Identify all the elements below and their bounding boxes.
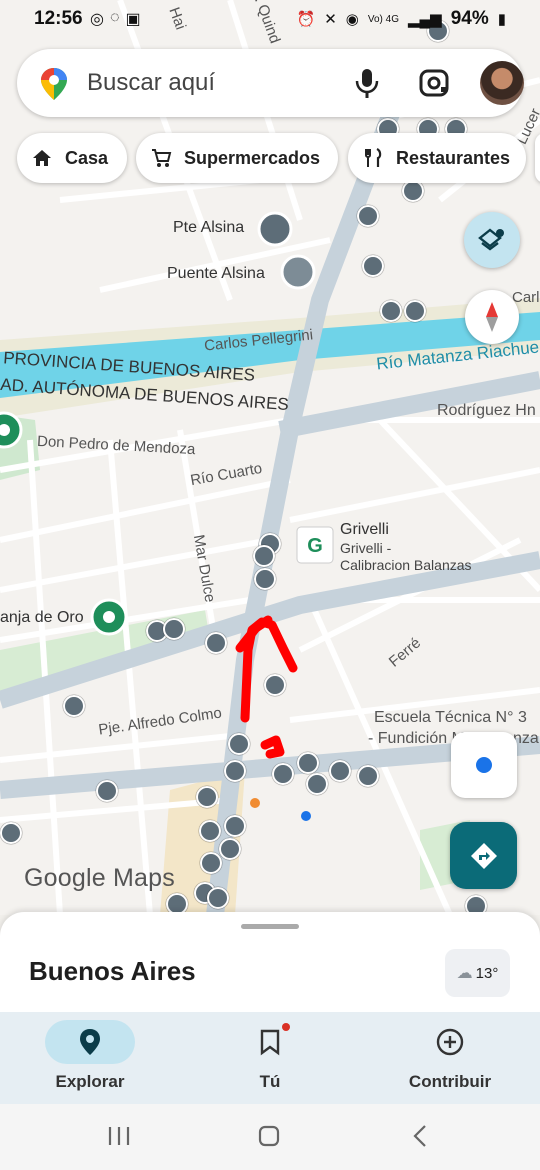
bus-stop-icon[interactable] xyxy=(228,733,250,755)
nav-icon-wrap xyxy=(225,1020,315,1064)
nav-label: Contribuir xyxy=(408,1072,492,1091)
map-label-grivelli-sub2: Calibracion Balanzas xyxy=(340,557,472,573)
cart-icon xyxy=(152,149,172,167)
nav-contribute[interactable]: Contribuir xyxy=(380,1020,520,1092)
map-label-granja[interactable]: anja de Oro xyxy=(0,609,84,627)
search-bar[interactable]: Buscar aquí xyxy=(17,49,524,117)
layers-icon xyxy=(478,228,504,251)
notification-icons: ◎ ◌ ▣ xyxy=(90,9,141,29)
battery-icon: ▮ xyxy=(497,11,506,28)
bus-stop-icon[interactable] xyxy=(272,763,294,785)
my-location-button[interactable] xyxy=(451,732,517,798)
map-label-carl: Carl xyxy=(512,289,540,306)
bus-stop-icon[interactable] xyxy=(357,765,379,787)
bus-stop-icon[interactable] xyxy=(357,205,379,227)
layers-button[interactable] xyxy=(464,212,520,268)
battery-level: 94% xyxy=(450,8,489,29)
bus-stop-icon[interactable] xyxy=(329,760,351,782)
alarm-icon: ⏰ xyxy=(296,11,316,28)
directions-icon xyxy=(470,842,497,869)
whatsapp-icon: ◌ xyxy=(109,9,120,26)
chip-label: Supermercados xyxy=(184,147,321,168)
map-label-escuela: Escuela Técnica N° 3 xyxy=(374,709,527,726)
recent-apps-icon[interactable] xyxy=(106,1124,132,1148)
nav-label: Explorar xyxy=(55,1072,125,1091)
user-avatar[interactable] xyxy=(480,61,524,105)
nav-explore[interactable]: Explorar xyxy=(20,1020,160,1092)
bus-stop-icon[interactable] xyxy=(380,300,402,322)
bus-stop-icon[interactable] xyxy=(200,852,222,874)
nav-you[interactable]: Tú xyxy=(200,1020,340,1092)
bus-stop-icon[interactable] xyxy=(207,887,229,909)
map-label-puente-alsina[interactable]: Puente Alsina xyxy=(167,265,265,283)
add-circle-icon xyxy=(436,1028,464,1056)
bus-stop-icon[interactable] xyxy=(254,568,276,590)
bus-stop-icon[interactable] xyxy=(264,674,286,696)
nav-active-pill xyxy=(45,1020,135,1064)
google-lens-icon[interactable] xyxy=(419,69,449,97)
bus-stop-icon[interactable] xyxy=(163,618,185,640)
chip-supermarkets[interactable]: Supermercados xyxy=(136,133,338,183)
map-label-pte-alsina[interactable]: Pte Alsina xyxy=(173,219,244,237)
nav-label: Tú xyxy=(259,1072,281,1091)
weather-chip[interactable]: ☁ 13° xyxy=(445,949,510,997)
chip-label: Restaurantes xyxy=(396,147,511,168)
nav-icon-wrap xyxy=(405,1020,495,1064)
status-right: ⏰ ✕ ◉ Vo) 4G ▂▄▆ 94% ▮ xyxy=(297,8,507,30)
sheet-drag-handle[interactable] xyxy=(241,924,299,929)
mic-icon[interactable] xyxy=(353,67,381,99)
bus-stop-icon[interactable] xyxy=(402,180,424,202)
bus-stop-icon[interactable] xyxy=(219,838,241,860)
directions-button[interactable] xyxy=(450,822,517,889)
temperature: 13° xyxy=(475,964,499,982)
compass-icon xyxy=(486,302,498,332)
chip-label: Casa xyxy=(65,147,109,168)
system-navigation-bar xyxy=(0,1104,540,1170)
bus-stop-icon[interactable] xyxy=(224,760,246,782)
location-icon: ◉ xyxy=(345,11,359,28)
bus-stop-icon[interactable] xyxy=(199,820,221,842)
fork-knife-icon xyxy=(365,148,382,167)
google-maps-logo: Google Maps xyxy=(24,864,175,892)
bus-stop-icon[interactable] xyxy=(404,300,426,322)
bus-stop-icon[interactable] xyxy=(205,632,227,654)
map-label-rodriguez: Rodríguez Hn xyxy=(437,402,536,419)
app-icon: ▣ xyxy=(125,11,141,28)
map-label-grivelli-sub: Grivelli - xyxy=(340,540,392,556)
explore-pin-icon xyxy=(80,1029,100,1055)
back-icon[interactable] xyxy=(410,1124,430,1148)
chip-restaurants[interactable]: Restaurantes xyxy=(348,133,526,183)
home-nav-icon[interactable] xyxy=(257,1124,281,1148)
bus-stop-icon[interactable] xyxy=(362,255,384,277)
bus-stop-icon[interactable] xyxy=(0,822,22,844)
bus-stop-icon[interactable] xyxy=(63,695,85,717)
bookmark-icon xyxy=(260,1029,280,1056)
notification-icon: ◎ xyxy=(90,11,104,28)
network-icon: Vo) 4G xyxy=(367,13,399,25)
bus-stop-icon[interactable] xyxy=(253,545,275,567)
bottom-sheet[interactable]: Buenos Aires ☁ 13° xyxy=(0,912,540,1012)
status-bar: 12:56 ◎ ◌ ▣ ⏰ ✕ ◉ Vo) 4G ▂▄▆ 94% ▮ xyxy=(0,0,540,42)
chip-home[interactable]: Casa xyxy=(17,133,127,183)
bus-stop-icon[interactable] xyxy=(196,786,218,808)
search-input[interactable]: Buscar aquí xyxy=(87,69,215,97)
chip-more[interactable] xyxy=(535,133,540,183)
location-title: Buenos Aires xyxy=(29,956,196,986)
bus-stop-icon[interactable] xyxy=(96,780,118,802)
my-location-icon xyxy=(476,757,492,773)
svg-text:G: G xyxy=(307,535,323,557)
bus-stop-icon[interactable] xyxy=(297,752,319,774)
map-label-grivelli[interactable]: Grivelli xyxy=(340,521,389,539)
home-icon xyxy=(33,150,51,166)
bottom-navigation: Explorar Tú Contribuir xyxy=(0,1012,540,1104)
google-maps-pin-icon xyxy=(41,68,67,100)
mute-icon: ✕ xyxy=(324,11,337,28)
signal-icon: ▂▄▆ xyxy=(408,11,442,28)
notification-dot xyxy=(282,1023,290,1031)
compass-button[interactable] xyxy=(465,290,519,344)
bus-stop-icon[interactable] xyxy=(224,815,246,837)
cloud-rain-icon: ☁ xyxy=(456,965,473,982)
status-time: 12:56 xyxy=(34,8,83,29)
bus-stop-icon[interactable] xyxy=(306,773,328,795)
